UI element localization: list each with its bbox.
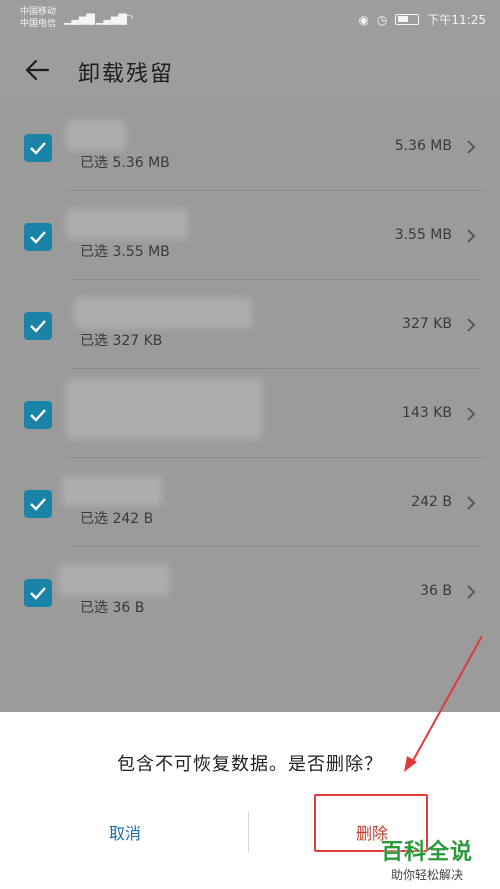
item-size: 327 KB	[402, 316, 452, 332]
page-title: 卸载残留	[78, 62, 175, 87]
item-size: 36 B	[420, 583, 452, 599]
carrier-2: 中国电信	[20, 19, 57, 29]
checkbox[interactable]	[24, 579, 52, 607]
status-bar: 中国移动 中国电信 ▁▃▅▇ ▁▃▅▇ ◠ ◉ ◷ 下午11:25	[0, 0, 500, 40]
status-right: ◉ ◷ 下午11:25	[358, 11, 486, 28]
list-item[interactable]: 已选 327 KB 327 KB	[0, 280, 500, 369]
signal-icon: ▁▃▅▇	[64, 12, 95, 25]
item-size: 143 KB	[402, 405, 452, 421]
wifi-icon: ◠	[124, 12, 134, 25]
check-icon	[30, 409, 46, 422]
clock: 下午11:25	[427, 13, 486, 27]
checkbox[interactable]	[24, 134, 52, 162]
item-selected: 已选 5.36 MB	[80, 155, 170, 171]
chevron-right-icon[interactable]	[464, 583, 478, 601]
check-icon	[30, 231, 46, 244]
item-selected: 已选 242 B	[80, 511, 154, 527]
check-icon	[30, 587, 46, 600]
list-item[interactable]: 已选 36 B 36 B	[0, 547, 500, 636]
checkbox[interactable]	[24, 490, 52, 518]
list-item[interactable]: 已选 5.36 MB 5.36 MB	[0, 102, 500, 191]
watermark: 百科全说 助你轻松解决	[368, 834, 486, 883]
item-name-blurred	[74, 298, 252, 328]
residue-list: 已选 5.36 MB 5.36 MB 已选 3.55 MB 3.55 MB 已选…	[0, 102, 500, 636]
app-header: 卸载残留	[0, 40, 500, 102]
watermark-slogan: 助你轻松解决	[390, 868, 463, 882]
carrier-1: 中国移动	[20, 7, 57, 17]
list-item[interactable]: 已选 242 B 242 B	[0, 458, 500, 547]
chevron-right-icon[interactable]	[464, 405, 478, 423]
chevron-right-icon[interactable]	[464, 316, 478, 334]
carrier-labels: 中国移动 中国电信	[20, 6, 56, 30]
check-icon	[30, 142, 46, 155]
item-name-blurred	[66, 209, 188, 239]
item-selected: 已选 3.55 MB	[80, 244, 170, 260]
item-selected: 已选 36 B	[80, 600, 145, 616]
button-divider	[248, 812, 249, 852]
list-item[interactable]: 已选 3.55 MB 3.55 MB	[0, 191, 500, 280]
chevron-right-icon[interactable]	[464, 138, 478, 156]
eye-icon: ◉	[358, 12, 369, 27]
signal-icon: ▁▃▅▇	[96, 12, 127, 25]
watermark-logo: 百科全说	[380, 840, 473, 865]
check-icon	[30, 320, 46, 333]
chevron-right-icon[interactable]	[464, 227, 478, 245]
chevron-right-icon[interactable]	[464, 494, 478, 512]
cancel-button[interactable]: 取消	[50, 814, 200, 854]
list-item[interactable]: 143 KB	[0, 369, 500, 458]
back-arrow-icon[interactable]	[22, 54, 54, 86]
check-icon	[30, 498, 46, 511]
item-selected: 已选 327 KB	[80, 333, 163, 349]
item-size: 5.36 MB	[394, 138, 452, 154]
item-name-blurred	[58, 565, 170, 595]
item-size: 242 B	[411, 494, 452, 510]
dialog-message: 包含不可恢复数据。是否删除？	[117, 754, 383, 775]
checkbox[interactable]	[24, 312, 52, 340]
item-name-blurred	[66, 379, 262, 439]
item-name-blurred	[62, 476, 162, 506]
item-name-blurred	[66, 120, 126, 150]
alarm-icon: ◷	[376, 12, 388, 27]
item-size: 3.55 MB	[394, 227, 452, 243]
checkbox[interactable]	[24, 401, 52, 429]
checkbox[interactable]	[24, 223, 52, 251]
battery-icon	[395, 14, 420, 25]
